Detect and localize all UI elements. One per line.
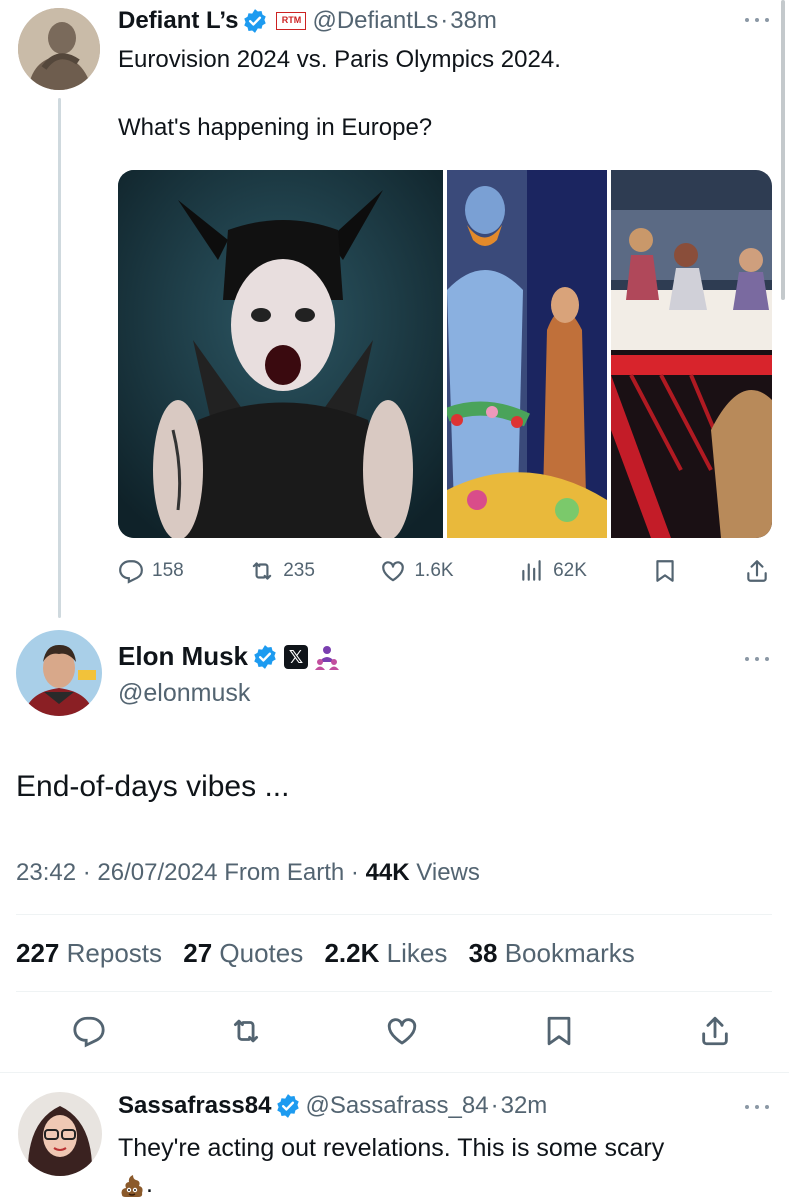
repost-icon [253,562,272,580]
bookmark-action[interactable] [652,558,678,584]
parent-action-bar: 158 235 1.6K 62K [118,555,770,587]
affiliate-people-icon [315,645,340,670]
more-icon[interactable] [745,655,769,663]
reply-handle[interactable]: @Sassafrass_84 [305,1092,488,1120]
share-icon [747,560,767,582]
tweet-date[interactable]: 26/07/2024 [97,859,217,886]
bookmark-icon [656,560,675,582]
parent-header: Defiant L’s RTM @DefiantLs · 38m [118,6,497,36]
divider [16,914,772,915]
engagement-stats: 227 Reposts 27 Quotes 2.2K Likes 38 Book… [16,938,649,969]
media-image-olympics-1[interactable] [447,170,607,538]
reply-tweet-text: They're acting out revelations. This is … [118,1130,778,1200]
views-icon [522,560,541,581]
heart-icon[interactable] [385,1014,419,1048]
reposts-total: 227 [16,938,60,968]
reply-header: Sassafrass84 @Sassafrass_84 · 32m [118,1092,547,1120]
media-image-olympics-2[interactable] [611,170,772,538]
verified-badge-icon [277,1094,300,1118]
bookmarks-total: 38 [468,938,498,968]
bookmarks-label: Bookmarks [504,938,635,968]
main-action-bar [72,1014,732,1048]
heart-icon [382,561,405,582]
more-icon[interactable] [745,1103,769,1111]
reply-count: 158 [152,560,184,581]
quotes-label: Quotes [219,938,304,968]
share-icon[interactable] [698,1014,732,1048]
separator-dot: · [350,859,359,886]
views-action[interactable]: 62K [519,558,587,584]
reply-text-end: . [146,1170,153,1198]
tweet-time[interactable]: 23:42 [16,859,76,886]
verified-badge-icon [254,644,276,669]
media-image-eurovision[interactable] [118,170,443,538]
bookmark-icon[interactable] [542,1014,576,1048]
parent-text-line1: Eurovision 2024 vs. Paris Olympics 2024. [118,46,561,73]
views-total: 44K [365,859,410,886]
more-icon[interactable] [745,16,769,24]
main-header: Elon Musk 𝕏 [118,641,342,672]
thread-line [58,98,61,618]
reposts-label: Reposts [66,938,163,968]
parent-time[interactable]: 38m [450,7,497,35]
verified-badge-icon [244,9,267,33]
views-label: Views [416,859,480,886]
reply-text-body: They're acting out revelations. This is … [118,1134,665,1162]
repost-action[interactable]: 235 [249,558,315,584]
share-action[interactable] [744,558,770,584]
separator-dot: · [440,7,449,34]
reply-display-name[interactable]: Sassafrass84 [118,1092,271,1120]
likes-total: 2.2K [324,938,380,968]
reply-action[interactable]: 158 [118,558,184,584]
affiliate-badge[interactable]: RTM [276,12,307,30]
views-count: 62K [553,560,587,581]
repost-count: 235 [283,560,315,581]
reply-icon [119,560,143,584]
like-count: 1.6K [414,560,454,581]
reposts-stat[interactable]: 227 Reposts [16,938,162,968]
parent-tweet-text: Eurovision 2024 vs. Paris Olympics 2024.… [118,43,768,179]
main-handle[interactable]: @elonmusk [118,679,250,708]
x-affiliate-badge[interactable]: 𝕏 [284,644,309,669]
reply-time[interactable]: 32m [501,1092,548,1120]
divider [16,991,772,992]
likes-stat[interactable]: 2.2K Likes [324,938,447,968]
main-tweet-meta: 23:42 · 26/07/2024 From Earth · 44K View… [16,859,480,887]
like-action[interactable]: 1.6K [380,558,454,584]
quotes-stat[interactable]: 27 Quotes [183,938,303,968]
reply-avatar[interactable] [18,1092,102,1176]
tweet-location: From Earth [224,859,345,886]
repost-icon[interactable] [229,1014,263,1048]
parent-avatar[interactable] [18,8,100,90]
main-avatar[interactable] [16,630,102,716]
quotes-total: 27 [183,938,213,968]
reply-icon[interactable] [72,1014,106,1048]
bookmarks-stat[interactable]: 38 Bookmarks [469,938,635,968]
main-display-name[interactable]: Elon Musk [118,641,248,672]
section-separator [0,1072,789,1073]
separator-dot: · [490,1092,499,1119]
scrollbar[interactable] [781,0,785,300]
separator-dot: · [82,859,91,886]
parent-display-name[interactable]: Defiant L’s [118,7,238,35]
parent-text-line2: What's happening in Europe? [118,114,433,141]
main-tweet-text: End-of-days vibes ... [16,770,290,803]
poop-emoji-icon [121,1175,143,1198]
likes-label: Likes [386,938,448,968]
parent-handle[interactable]: @DefiantLs [312,7,438,35]
parent-media-grid[interactable] [118,170,772,538]
